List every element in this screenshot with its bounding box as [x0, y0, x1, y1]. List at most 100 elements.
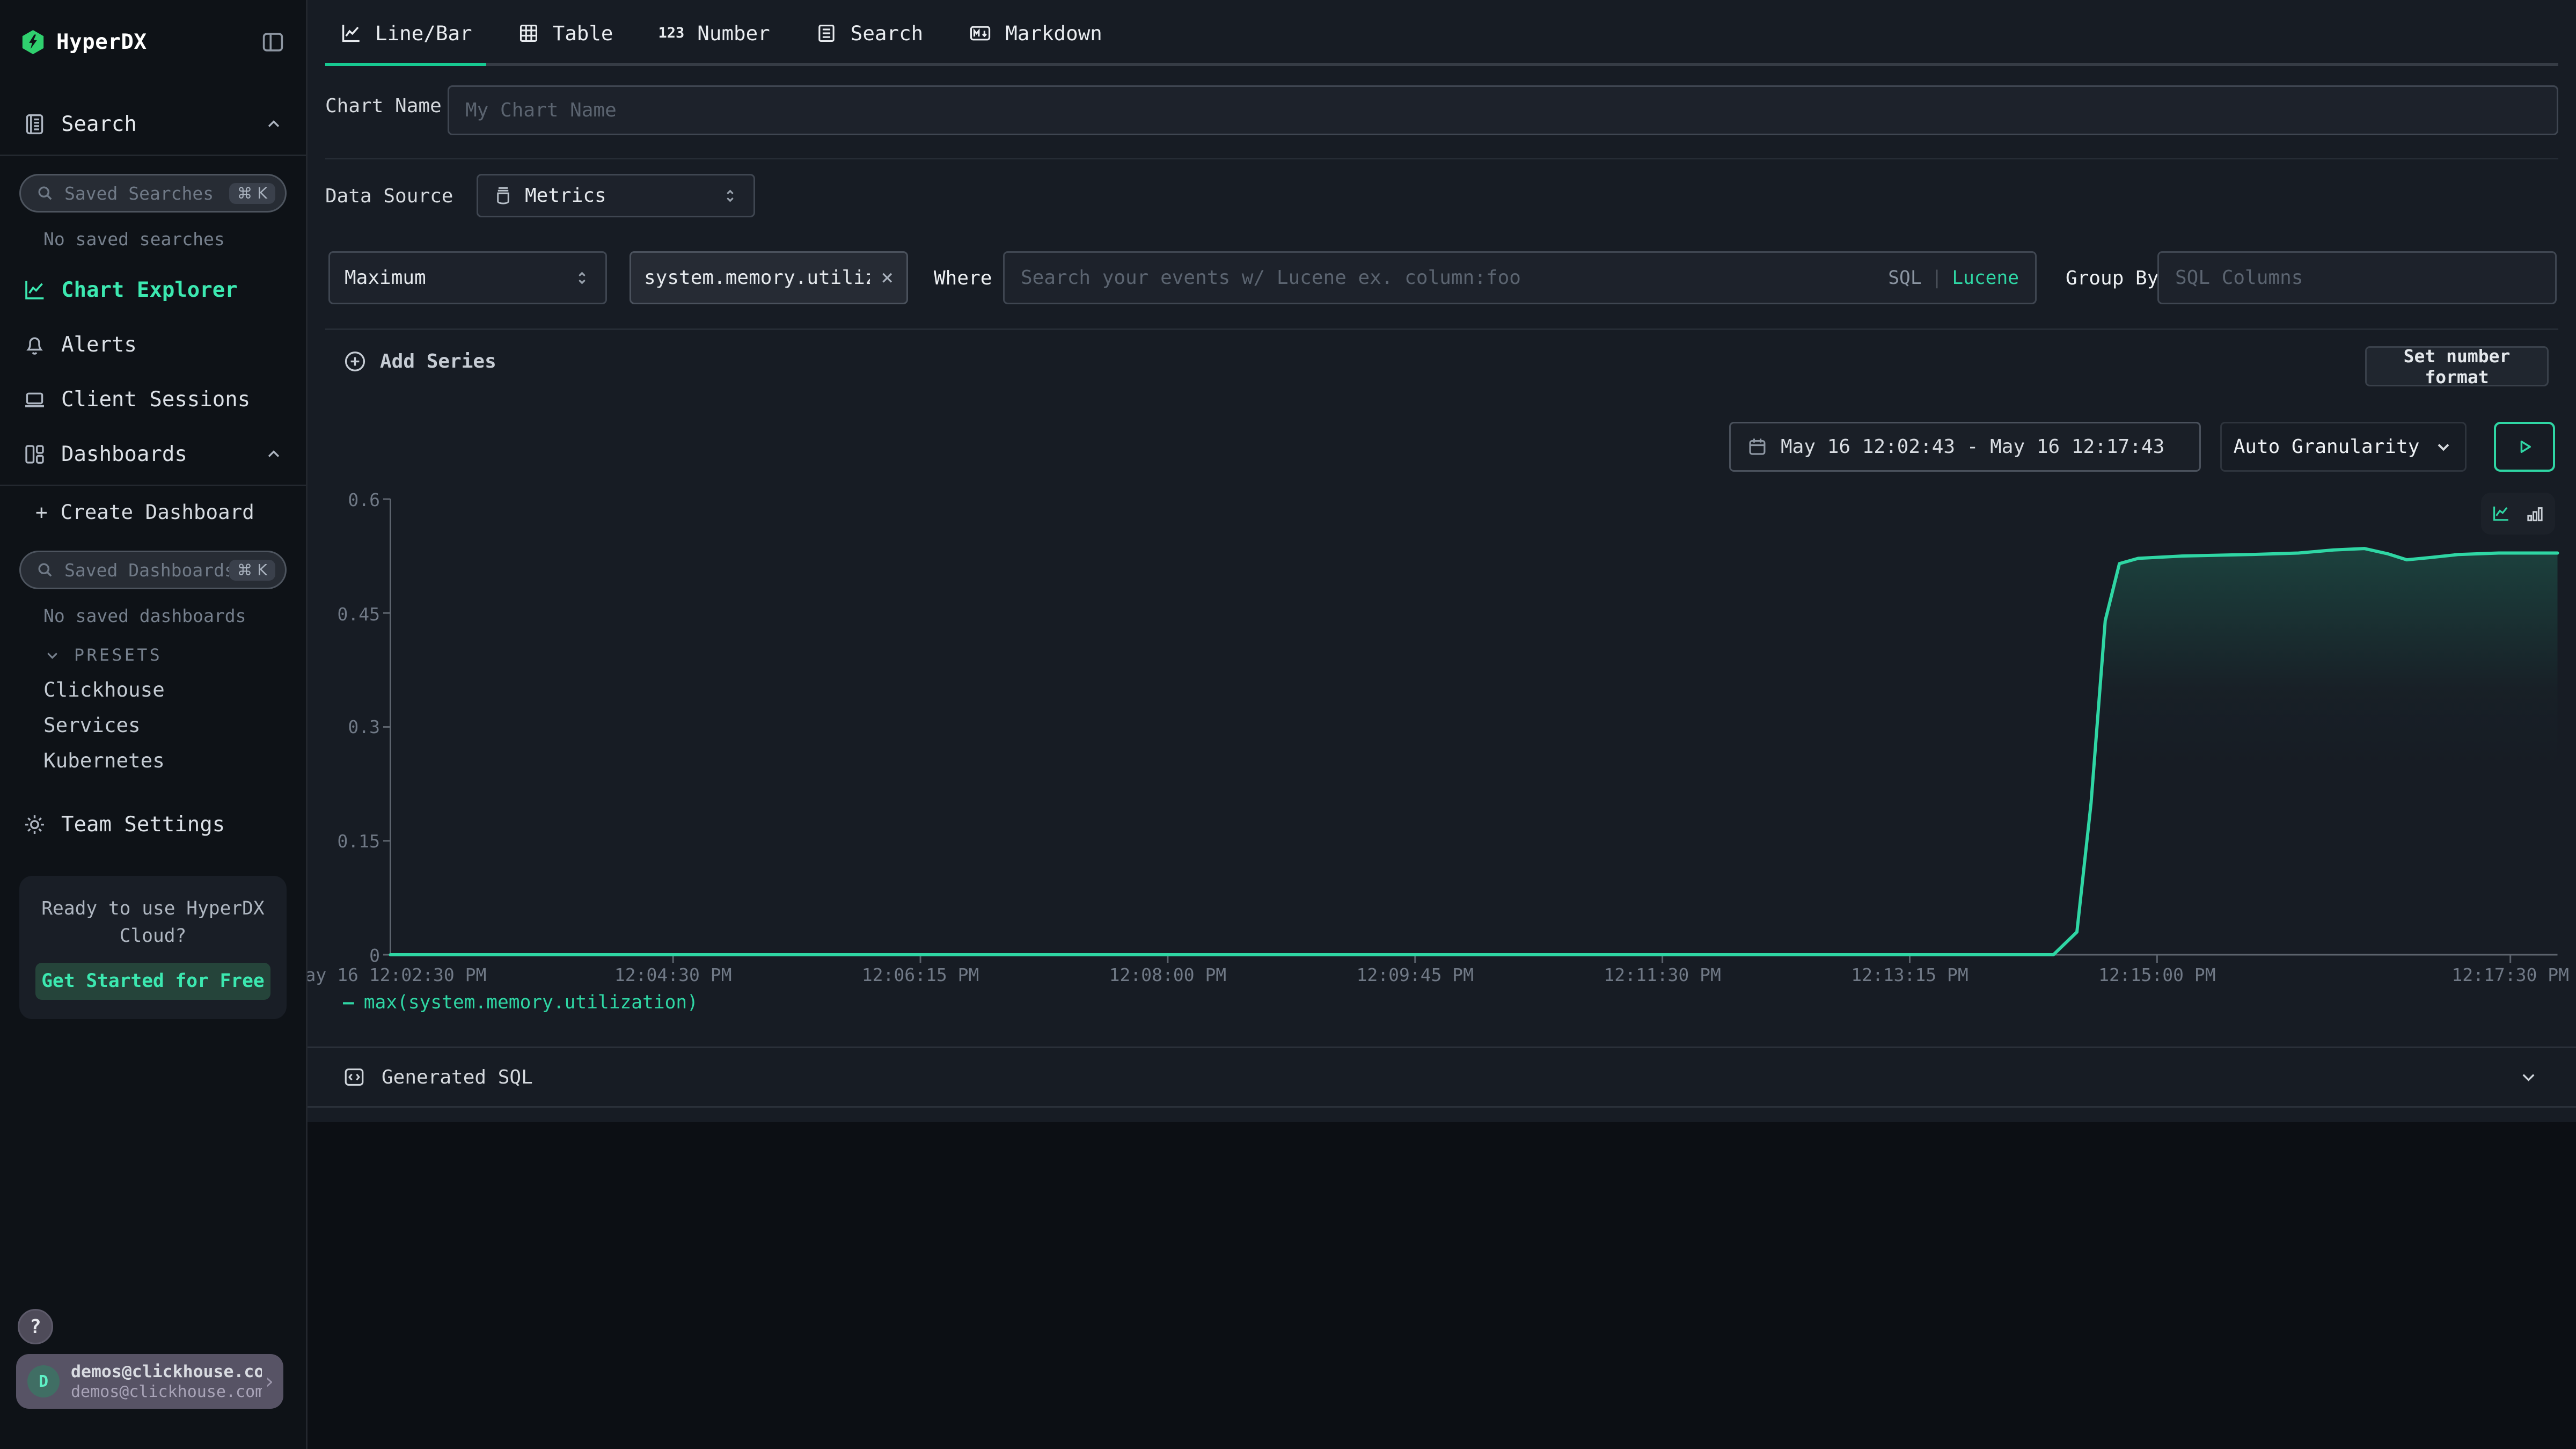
presets-label: PRESETS: [74, 646, 162, 665]
preset-item-kubernetes[interactable]: Kubernetes: [43, 749, 306, 771]
data-source-label: Data Source: [325, 185, 453, 207]
number-123-icon: 123: [658, 25, 685, 41]
add-series-label: Add Series: [380, 350, 496, 372]
chevron-up-icon: [264, 444, 283, 464]
tab-table[interactable]: Table: [517, 0, 613, 66]
x-axis-ticks: May 16 12:02:30 PM12:04:30 PM12:06:15 PM…: [390, 964, 2558, 987]
plus-icon: +: [35, 500, 48, 524]
chart-legend: — max(system.memory.utilization): [343, 992, 698, 1013]
select-updown-icon: [721, 186, 739, 206]
metric-field-name: system.memory.utilization: [644, 267, 870, 289]
group-by-label: Group By: [2066, 267, 2158, 289]
chart-type-tabbar: Line/Bar Table 123 Number Search: [308, 0, 2576, 66]
tab-label: Markdown: [1005, 21, 1102, 45]
sidebar-nav: Chart Explorer Alerts Client Sessions Da…: [0, 262, 306, 481]
presets-header[interactable]: PRESETS: [43, 646, 306, 665]
query-language-toggle: SQL | Lucene: [1888, 267, 2019, 289]
x-axis-tick: 12:11:30 PM: [1604, 964, 1721, 985]
generated-sql-label: Generated SQL: [382, 1066, 533, 1088]
page-background-lower: [308, 1122, 2576, 1449]
sidebar-divider: [0, 155, 306, 156]
create-dashboard-button[interactable]: + Create Dashboard: [0, 491, 306, 533]
tab-line-bar[interactable]: Line/Bar: [340, 0, 472, 66]
user-email: demos@clickhouse.com: [71, 1362, 262, 1382]
hyperdx-logo-icon: [21, 29, 45, 55]
x-axis-tick: 12:06:15 PM: [862, 964, 979, 985]
sidebar-item-label: Chart Explorer: [61, 278, 238, 302]
x-axis-tick: 12:17:30 PM: [2451, 964, 2569, 985]
set-number-format-button[interactable]: Set number format: [2365, 346, 2549, 386]
help-button[interactable]: ?: [18, 1309, 53, 1344]
document-list-icon: [815, 22, 838, 45]
table-icon: [517, 22, 540, 45]
sql-toggle[interactable]: SQL: [1888, 267, 1921, 289]
x-axis-tick: May 16 12:02:30 PM: [295, 964, 487, 985]
bell-icon: [23, 333, 47, 357]
tab-markdown[interactable]: Markdown: [968, 0, 1102, 66]
tab-label: Table: [553, 21, 613, 45]
shortcut-badge: ⌘ K: [229, 560, 275, 581]
sidebar-item-team-settings[interactable]: Team Settings: [0, 797, 306, 852]
toggle-separator: |: [1931, 267, 1943, 289]
shortcut-badge: ⌘ K: [229, 183, 275, 204]
line-chart-icon: [23, 278, 47, 302]
where-search-input[interactable]: [1021, 267, 1888, 289]
sidebar-item-dashboards[interactable]: Dashboards: [0, 427, 306, 481]
search-icon: [35, 560, 55, 580]
preset-item-services[interactable]: Services: [43, 713, 306, 736]
saved-dashboards-input[interactable]: Saved Dashboards ⌘ K: [19, 551, 287, 589]
divider: [325, 158, 2558, 159]
sidebar-item-client-sessions[interactable]: Client Sessions: [0, 372, 306, 427]
play-icon: [2514, 436, 2535, 457]
lucene-toggle[interactable]: Lucene: [1952, 267, 2019, 289]
tab-number[interactable]: 123 Number: [658, 0, 770, 66]
calendar-icon: [1747, 436, 1768, 457]
tab-label: Number: [697, 21, 770, 45]
sidebar-divider: [0, 485, 306, 486]
tab-label: Line/Bar: [375, 21, 472, 45]
run-query-button[interactable]: [2494, 422, 2555, 472]
laptop-icon: [23, 387, 47, 412]
sidebar-collapse-icon[interactable]: [261, 30, 285, 54]
preset-item-clickhouse[interactable]: Clickhouse: [43, 678, 306, 700]
sidebar-section-search[interactable]: Search: [0, 97, 306, 151]
x-axis-tick: 12:08:00 PM: [1109, 964, 1227, 985]
user-meta: demos@clickhouse.com demos@clickhouse.co…: [71, 1362, 262, 1402]
data-source-select[interactable]: Metrics: [477, 174, 755, 217]
group-by-input[interactable]: [2157, 251, 2557, 304]
journal-icon: [23, 112, 47, 136]
chevron-up-icon: [264, 114, 283, 134]
chevron-down-icon: [2434, 437, 2453, 457]
no-saved-searches-text: No saved searches: [43, 229, 306, 250]
code-icon: [343, 1066, 365, 1088]
generated-sql-row[interactable]: Generated SQL: [308, 1046, 2576, 1108]
timeseries-chart[interactable]: [390, 483, 2558, 974]
divider: [325, 328, 2558, 330]
tab-search[interactable]: Search: [815, 0, 923, 66]
chart-name-input[interactable]: [448, 85, 2558, 135]
granularity-value: Auto Granularity: [2234, 436, 2420, 458]
saved-searches-input[interactable]: Saved Searches ⌘ K: [19, 174, 287, 213]
remove-tag-icon[interactable]: ×: [881, 266, 894, 290]
sidebar-item-label: Team Settings: [61, 813, 225, 837]
date-range-picker[interactable]: May 16 12:02:43 - May 16 12:17:43: [1729, 422, 2201, 472]
tabbar-underline: [325, 63, 2558, 66]
granularity-select[interactable]: Auto Granularity: [2220, 422, 2467, 472]
metric-field-tag[interactable]: system.memory.utilization ×: [630, 251, 908, 304]
aggregation-select[interactable]: Maximum: [328, 251, 607, 304]
date-range-value: May 16 12:02:43 - May 16 12:17:43: [1781, 436, 2164, 458]
user-account-card[interactable]: D demos@clickhouse.com demos@clickhouse.…: [16, 1354, 283, 1409]
sidebar-item-alerts[interactable]: Alerts: [0, 317, 306, 372]
x-axis-tick: 12:04:30 PM: [614, 964, 732, 985]
sidebar-item-chart-explorer[interactable]: Chart Explorer: [0, 262, 306, 317]
add-series-button[interactable]: Add Series: [343, 349, 496, 374]
get-started-button[interactable]: Get Started for Free: [35, 963, 270, 1000]
gear-icon: [23, 813, 47, 837]
select-updown-icon: [573, 268, 591, 288]
no-saved-dashboards-text: No saved dashboards: [43, 605, 306, 626]
sidebar: HyperDX Search Saved Searches ⌘ K No sav…: [0, 0, 308, 1449]
where-label: Where: [934, 267, 992, 289]
chart-name-label: Chart Name: [325, 95, 442, 117]
chevron-right-icon: ›: [265, 1370, 274, 1394]
cloud-promo-line2: Cloud?: [35, 923, 270, 950]
